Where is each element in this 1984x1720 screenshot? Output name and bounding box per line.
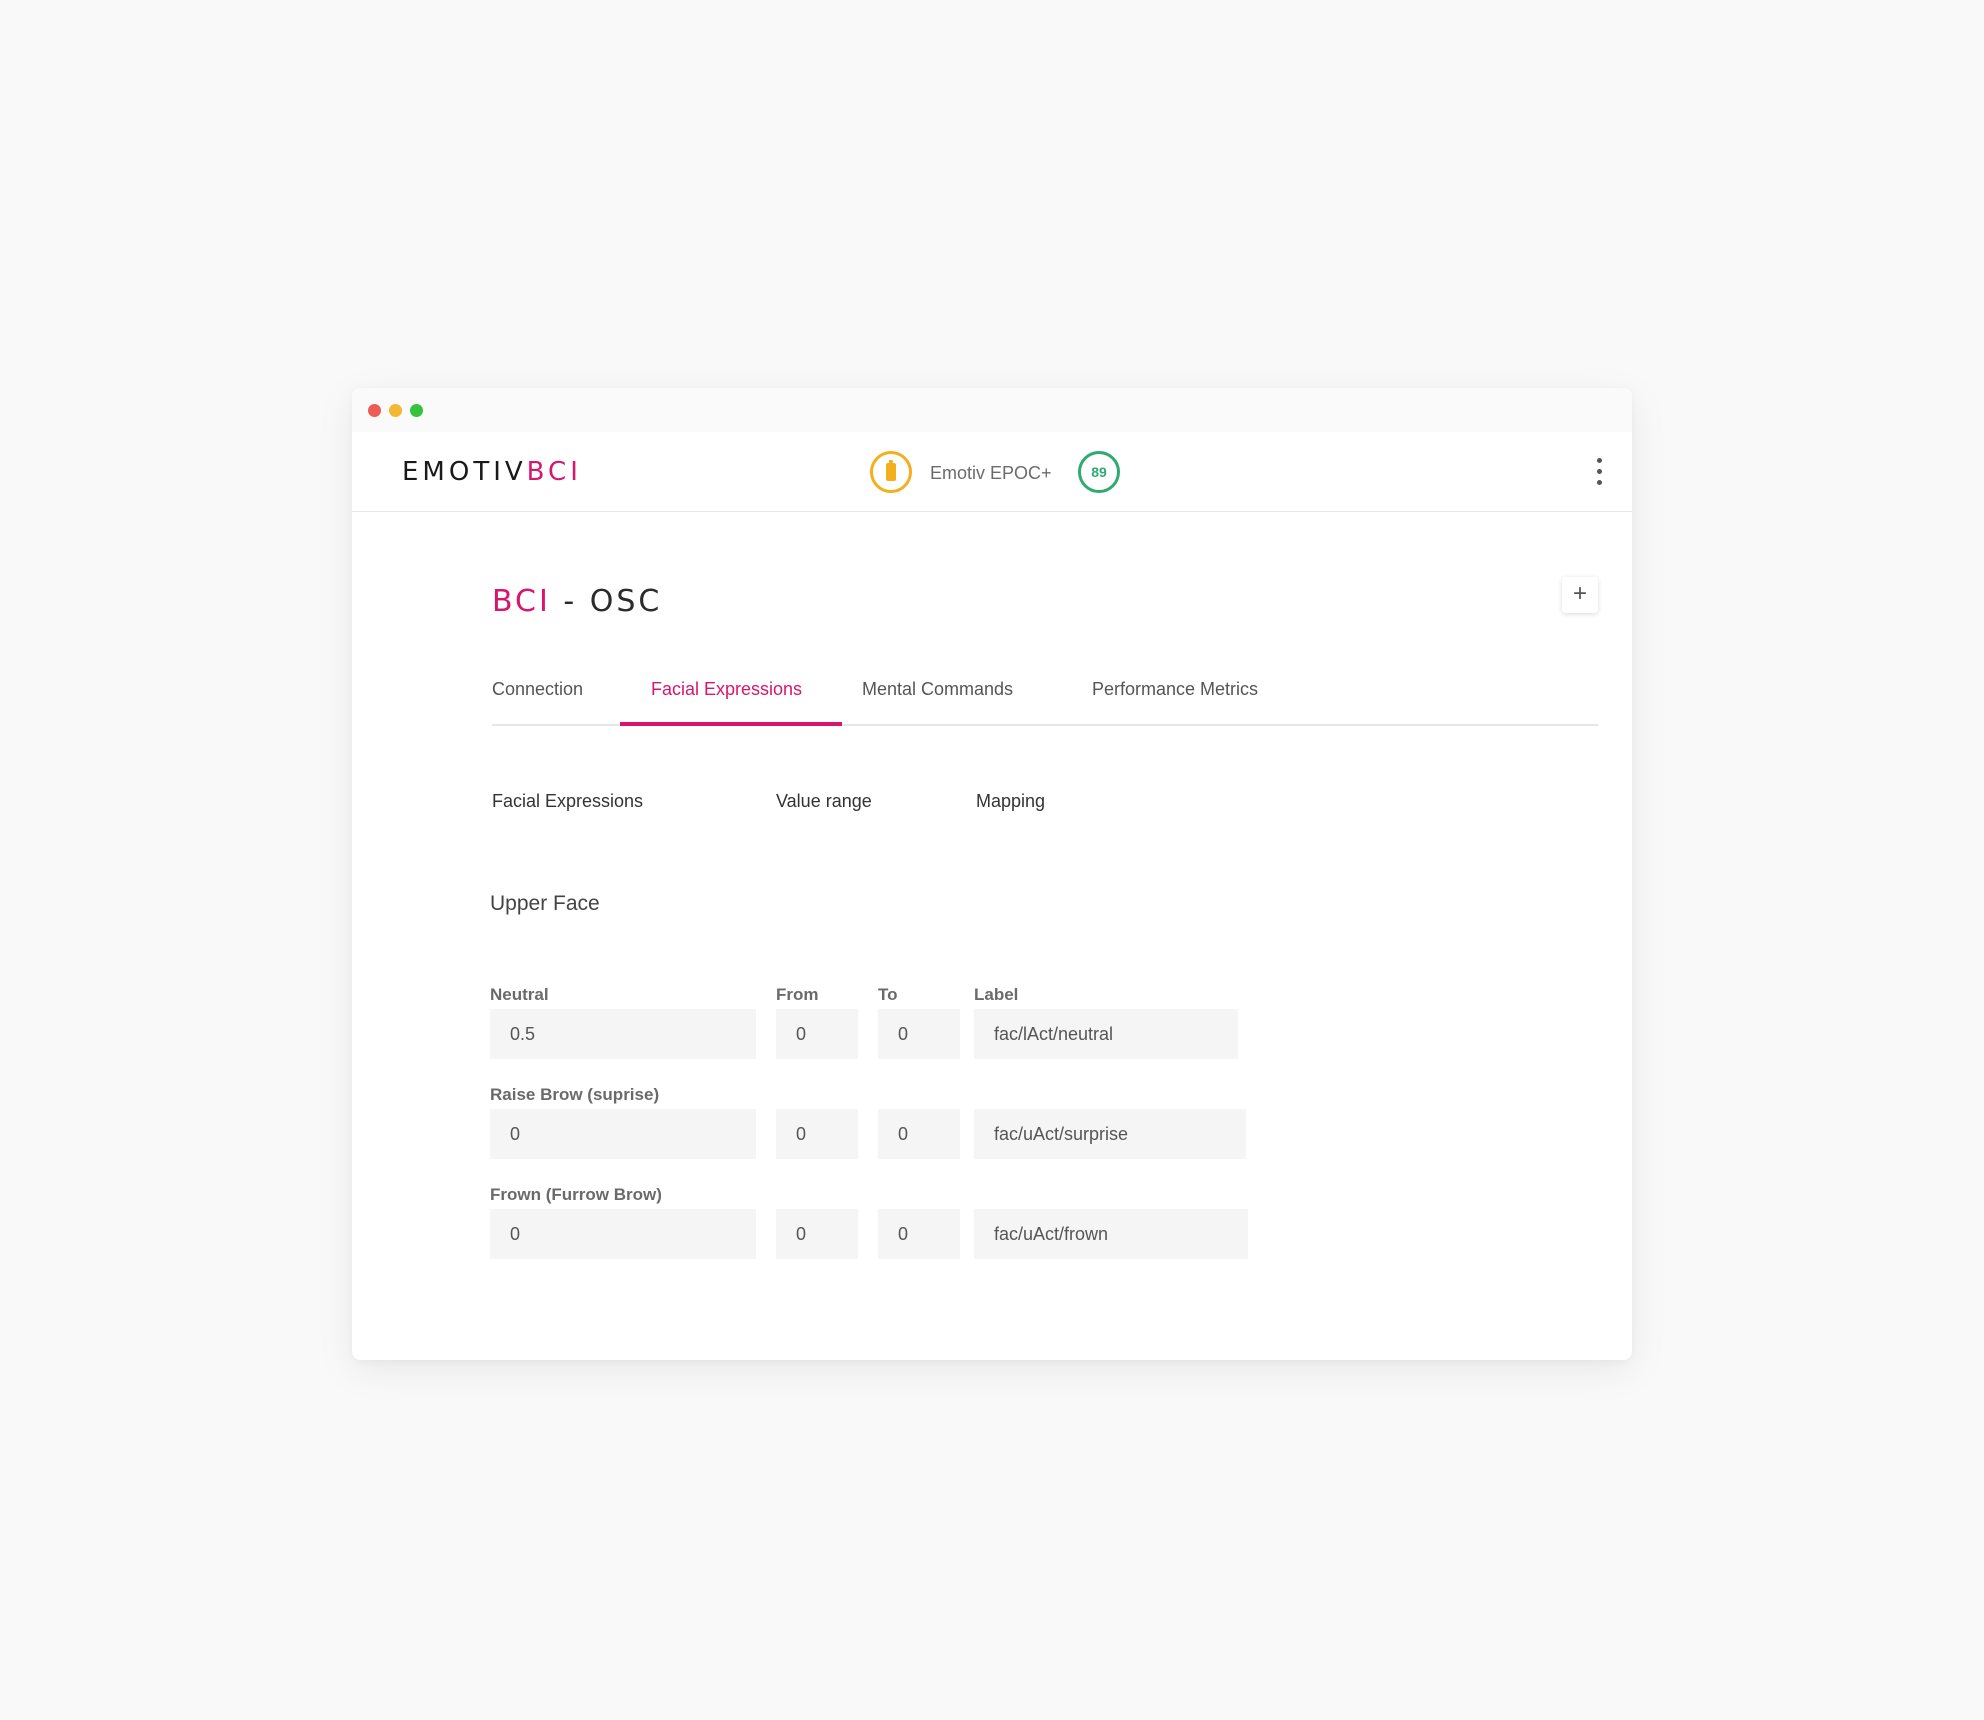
add-button[interactable]: + — [1562, 577, 1598, 613]
column-header-expressions: Facial Expressions — [492, 791, 644, 811]
to-label: To — [878, 985, 898, 1004]
tab-connection[interactable]: Connection — [492, 674, 583, 726]
tab-performance-metrics[interactable]: Performance Metrics — [1092, 674, 1258, 726]
row-label-frown: Frown (Furrow Brow) — [490, 1185, 662, 1204]
minimize-window-button[interactable] — [389, 404, 402, 417]
neutral-to-input[interactable] — [878, 1009, 960, 1059]
column-header-value-range: Value range — [776, 791, 872, 811]
tab-mental-commands[interactable]: Mental Commands — [862, 674, 1013, 726]
device-name[interactable]: Emotiv EPOC+ — [930, 460, 1052, 486]
raise-brow-to-input[interactable] — [878, 1109, 960, 1159]
app-window: EMOTIVBCI Emotiv EPOC+ 89 BCI - OSC + Co… — [352, 388, 1632, 1360]
frown-from-input[interactable] — [776, 1209, 858, 1259]
column-header-mapping: Mapping — [976, 791, 1046, 811]
frown-to-input[interactable] — [878, 1209, 960, 1259]
window-titlebar — [352, 388, 1632, 432]
from-label: From — [776, 985, 819, 1004]
raise-brow-label-input[interactable] — [974, 1109, 1246, 1159]
maximize-window-button[interactable] — [410, 404, 423, 417]
app-header: EMOTIVBCI Emotiv EPOC+ 89 — [352, 432, 1632, 512]
main-content: BCI - OSC + Connection Facial Expression… — [352, 512, 1632, 1360]
close-window-button[interactable] — [368, 404, 381, 417]
tab-facial-expressions[interactable]: Facial Expressions — [620, 674, 842, 726]
neutral-label-input[interactable] — [974, 1009, 1238, 1059]
mapping-label: Label — [974, 985, 1019, 1004]
frown-label-input[interactable] — [974, 1209, 1248, 1259]
battery-icon — [870, 451, 912, 493]
raise-brow-from-input[interactable] — [776, 1109, 858, 1159]
neutral-from-input[interactable] — [776, 1009, 858, 1059]
frown-value-input[interactable] — [490, 1209, 756, 1259]
signal-quality-badge: 89 — [1078, 451, 1120, 493]
row-label-neutral: Neutral — [490, 985, 549, 1004]
neutral-value-input[interactable] — [490, 1009, 756, 1059]
tab-bar: Connection Facial Expressions Mental Com… — [492, 674, 1598, 726]
section-title-upper-face: Upper Face — [490, 892, 600, 915]
kebab-menu-icon[interactable] — [1590, 456, 1610, 488]
emotiv-bci-logo: EMOTIVBCI — [402, 457, 582, 487]
page-title: BCI - OSC — [492, 584, 663, 619]
row-label-raise-brow: Raise Brow (suprise) — [490, 1085, 660, 1104]
raise-brow-value-input[interactable] — [490, 1109, 756, 1159]
